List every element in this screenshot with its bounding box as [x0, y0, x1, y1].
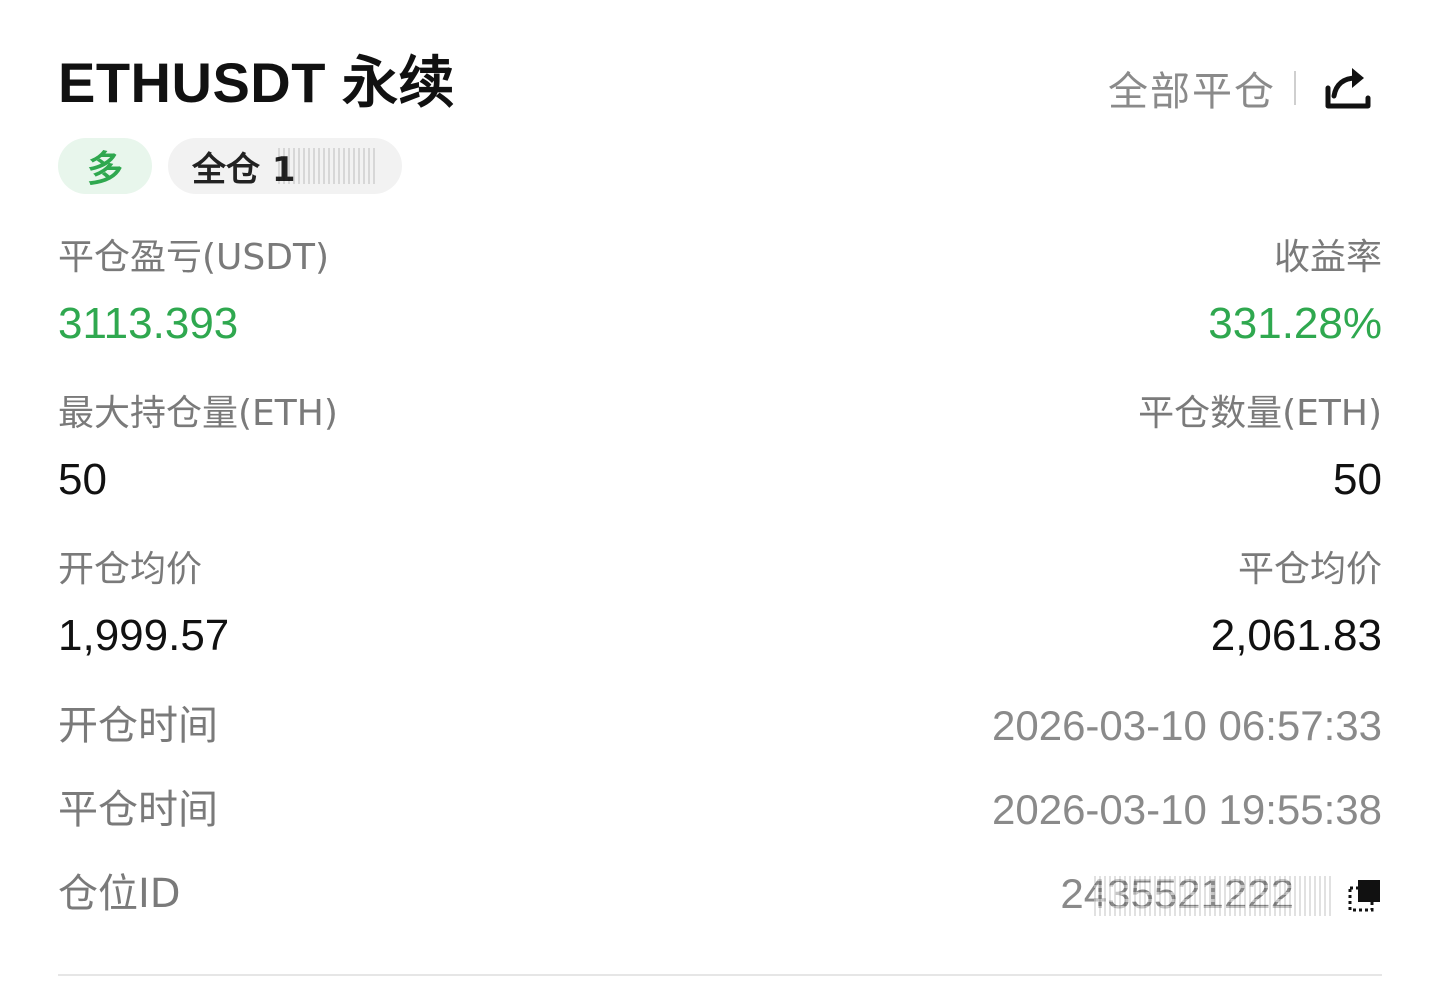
- position-tags: 多 全仓 1: [58, 138, 402, 194]
- max-position-label: 最大持仓量(ETH): [58, 393, 338, 434]
- roi-cell: 收益率 331.28%: [1208, 236, 1382, 352]
- avg-close-cell: 平仓均价 2,061.83: [1211, 548, 1382, 664]
- position-id-row: 仓位ID 2435521222: [58, 866, 1382, 922]
- avg-close-value: 2,061.83: [1210, 611, 1382, 660]
- close-qty-cell: 平仓数量(ETH) 50: [1138, 392, 1382, 508]
- close-time-row: 平仓时间 2026-03-10 19:55:38: [58, 782, 1382, 838]
- close-pnl-label: 平仓盈亏(USDT): [58, 237, 330, 278]
- bottom-divider: [58, 974, 1382, 976]
- close-time-label: 平仓时间: [58, 787, 218, 833]
- position-id-value-wrap: 2435521222: [1060, 866, 1382, 922]
- max-position-value: 50: [58, 455, 107, 504]
- position-id-label: 仓位ID: [58, 871, 181, 917]
- open-time-row: 开仓时间 2026-03-10 06:57:33: [58, 698, 1382, 754]
- header: ETHUSDT 永续 全部平仓: [58, 50, 1382, 120]
- open-time-label: 开仓时间: [58, 703, 218, 749]
- redaction-noise: [1094, 876, 1334, 916]
- page-title: ETHUSDT 永续: [58, 50, 455, 116]
- copy-icon[interactable]: [1348, 878, 1382, 912]
- avg-open-value: 1,999.57: [58, 611, 230, 660]
- roi-value: 331.28%: [1208, 299, 1382, 348]
- direction-badge: 多: [58, 138, 152, 194]
- close-all-button[interactable]: 全部平仓: [1108, 59, 1276, 117]
- divider: [1294, 71, 1296, 105]
- margin-mode-badge: 全仓 1: [168, 138, 402, 194]
- avg-close-label: 平仓均价: [1237, 549, 1382, 590]
- close-pnl-value: 3113.393: [58, 299, 239, 348]
- share-icon[interactable]: [1320, 60, 1376, 116]
- close-pnl-cell: 平仓盈亏(USDT) 3113.393: [58, 236, 329, 352]
- share-icon-svg: [1325, 68, 1371, 109]
- max-position-cell: 最大持仓量(ETH) 50: [58, 392, 338, 508]
- close-qty-value: 50: [1333, 455, 1382, 504]
- close-qty-label: 平仓数量(ETH): [1138, 393, 1382, 434]
- open-time-value: 2026-03-10 06:57:33: [992, 702, 1382, 749]
- close-time-value: 2026-03-10 19:55:38: [992, 786, 1382, 833]
- header-actions: 全部平仓: [1108, 58, 1376, 118]
- symbol-title: ETHUSDT 永续: [58, 51, 455, 114]
- roi-label: 收益率: [1273, 237, 1382, 278]
- avg-open-cell: 开仓均价 1,999.57: [58, 548, 229, 664]
- redaction-noise: [278, 148, 378, 184]
- avg-open-label: 开仓均价: [58, 549, 203, 590]
